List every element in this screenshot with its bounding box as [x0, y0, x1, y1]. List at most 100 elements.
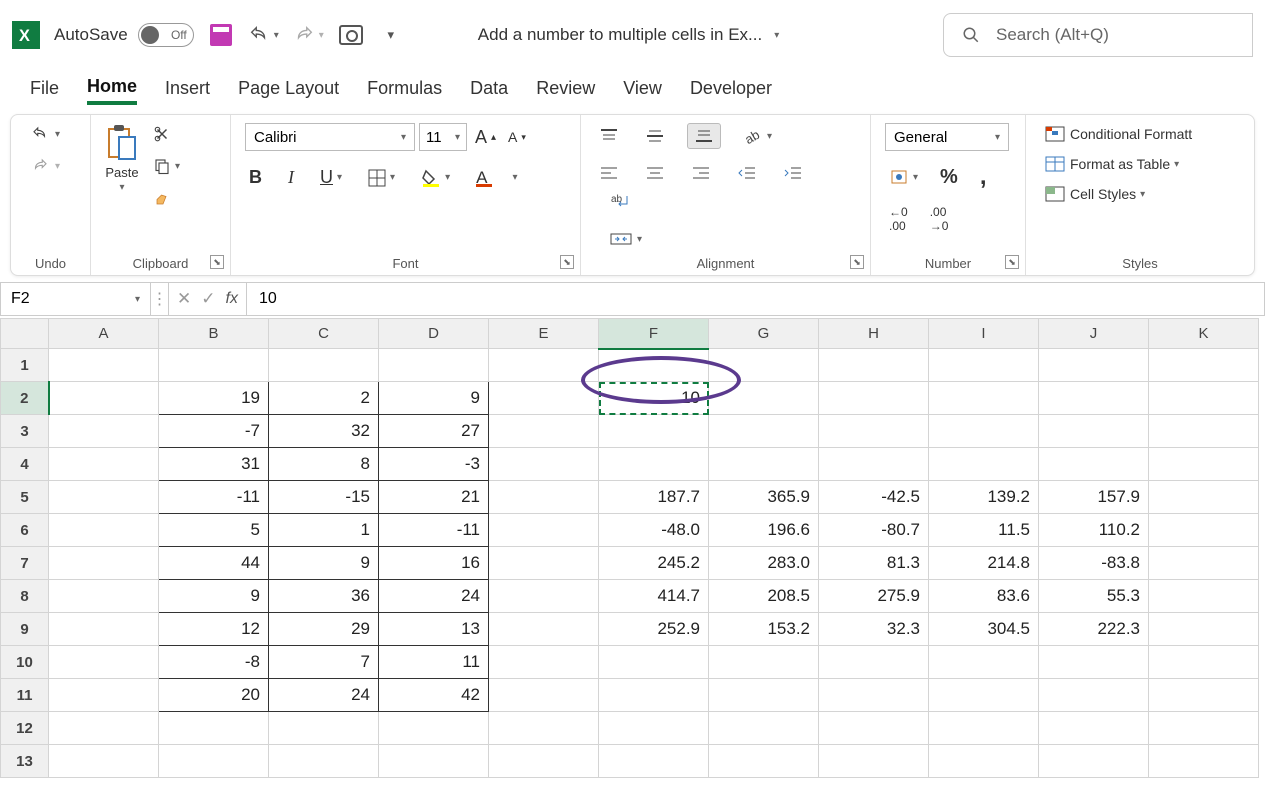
cell-J7[interactable]: -83.8: [1039, 547, 1149, 580]
merge-button[interactable]: ▾: [605, 228, 856, 250]
col-header-E[interactable]: E: [489, 319, 599, 349]
cell-A4[interactable]: [49, 448, 159, 481]
cell-G5[interactable]: 365.9: [709, 481, 819, 514]
cell-H11[interactable]: [819, 679, 929, 712]
tab-developer[interactable]: Developer: [690, 78, 772, 103]
cell-J12[interactable]: [1039, 712, 1149, 745]
copy-button[interactable]: ▾: [149, 155, 184, 177]
cell-J3[interactable]: [1039, 415, 1149, 448]
cell-I3[interactable]: [929, 415, 1039, 448]
cell-B12[interactable]: [159, 712, 269, 745]
cell-G7[interactable]: 283.0: [709, 547, 819, 580]
cell-H10[interactable]: [819, 646, 929, 679]
cell-F7[interactable]: 245.2: [599, 547, 709, 580]
cell-B1[interactable]: [159, 349, 269, 382]
number-launcher[interactable]: ⬊: [1005, 255, 1019, 269]
font-launcher[interactable]: ⬊: [560, 255, 574, 269]
cell-K4[interactable]: [1149, 448, 1259, 481]
redo-button[interactable]: ▾: [293, 24, 324, 46]
cell-K11[interactable]: [1149, 679, 1259, 712]
enter-formula-button[interactable]: ✓: [201, 289, 215, 309]
cell-E10[interactable]: [489, 646, 599, 679]
cell-K13[interactable]: [1149, 745, 1259, 778]
align-right-button[interactable]: [687, 163, 715, 183]
tab-insert[interactable]: Insert: [165, 78, 210, 103]
cell-C1[interactable]: [269, 349, 379, 382]
cell-D13[interactable]: [379, 745, 489, 778]
cell-K5[interactable]: [1149, 481, 1259, 514]
tab-formulas[interactable]: Formulas: [367, 78, 442, 103]
cell-E8[interactable]: [489, 580, 599, 613]
cell-F13[interactable]: [599, 745, 709, 778]
cell-H13[interactable]: [819, 745, 929, 778]
cell-C8[interactable]: 36: [269, 580, 379, 613]
cell-B5[interactable]: -11: [159, 481, 269, 514]
cell-E7[interactable]: [489, 547, 599, 580]
cell-I12[interactable]: [929, 712, 1039, 745]
cell-C12[interactable]: [269, 712, 379, 745]
cell-B8[interactable]: 9: [159, 580, 269, 613]
cell-K6[interactable]: [1149, 514, 1259, 547]
cell-C2[interactable]: 2: [269, 382, 379, 415]
tab-data[interactable]: Data: [470, 78, 508, 103]
cell-H7[interactable]: 81.3: [819, 547, 929, 580]
cell-A11[interactable]: [49, 679, 159, 712]
cell-G9[interactable]: 153.2: [709, 613, 819, 646]
cell-C11[interactable]: 24: [269, 679, 379, 712]
align-bottom-button[interactable]: [687, 123, 721, 149]
col-header-C[interactable]: C: [269, 319, 379, 349]
cell-D8[interactable]: 24: [379, 580, 489, 613]
cell-A8[interactable]: [49, 580, 159, 613]
cell-H4[interactable]: [819, 448, 929, 481]
paste-button[interactable]: Paste ▾: [105, 123, 139, 193]
cell-D2[interactable]: 9: [379, 382, 489, 415]
cell-E9[interactable]: [489, 613, 599, 646]
cell-E11[interactable]: [489, 679, 599, 712]
search-input[interactable]: Search (Alt+Q): [943, 13, 1253, 57]
percent-button[interactable]: %: [936, 164, 962, 191]
decrease-decimal-button[interactable]: .00→0: [926, 203, 953, 235]
tab-file[interactable]: File: [30, 78, 59, 103]
cell-K9[interactable]: [1149, 613, 1259, 646]
cell-B4[interactable]: 31: [159, 448, 269, 481]
cell-J1[interactable]: [1039, 349, 1149, 382]
cell-F3[interactable]: [599, 415, 709, 448]
tab-page-layout[interactable]: Page Layout: [238, 78, 339, 103]
cell-K7[interactable]: [1149, 547, 1259, 580]
spreadsheet-grid[interactable]: ABCDEFGHIJK121929103-732274318-35-11-152…: [0, 318, 1265, 778]
cell-F9[interactable]: 252.9: [599, 613, 709, 646]
col-header-K[interactable]: K: [1149, 319, 1259, 349]
row-header-5[interactable]: 5: [1, 481, 49, 514]
cell-F8[interactable]: 414.7: [599, 580, 709, 613]
format-painter-button[interactable]: [149, 187, 184, 209]
number-format-select[interactable]: General▾: [885, 123, 1009, 151]
font-name-select[interactable]: Calibri▾: [245, 123, 415, 151]
col-header-H[interactable]: H: [819, 319, 929, 349]
cell-I11[interactable]: [929, 679, 1039, 712]
cell-G3[interactable]: [709, 415, 819, 448]
row-header-8[interactable]: 8: [1, 580, 49, 613]
cell-C3[interactable]: 32: [269, 415, 379, 448]
cut-button[interactable]: [149, 123, 184, 145]
cell-C13[interactable]: [269, 745, 379, 778]
cell-C10[interactable]: 7: [269, 646, 379, 679]
cell-J9[interactable]: 222.3: [1039, 613, 1149, 646]
toggle-switch[interactable]: Off: [138, 23, 194, 47]
cell-G4[interactable]: [709, 448, 819, 481]
cell-C6[interactable]: 1: [269, 514, 379, 547]
cell-A9[interactable]: [49, 613, 159, 646]
cell-A10[interactable]: [49, 646, 159, 679]
accounting-button[interactable]: ▾: [885, 166, 922, 188]
cell-F10[interactable]: [599, 646, 709, 679]
cell-J10[interactable]: [1039, 646, 1149, 679]
cell-B6[interactable]: 5: [159, 514, 269, 547]
cell-K8[interactable]: [1149, 580, 1259, 613]
borders-button[interactable]: ▾: [364, 167, 399, 189]
cell-A6[interactable]: [49, 514, 159, 547]
cell-I10[interactable]: [929, 646, 1039, 679]
cell-D3[interactable]: 27: [379, 415, 489, 448]
cell-B3[interactable]: -7: [159, 415, 269, 448]
select-all-corner[interactable]: [1, 319, 49, 349]
align-center-button[interactable]: [641, 163, 669, 183]
cell-E1[interactable]: [489, 349, 599, 382]
